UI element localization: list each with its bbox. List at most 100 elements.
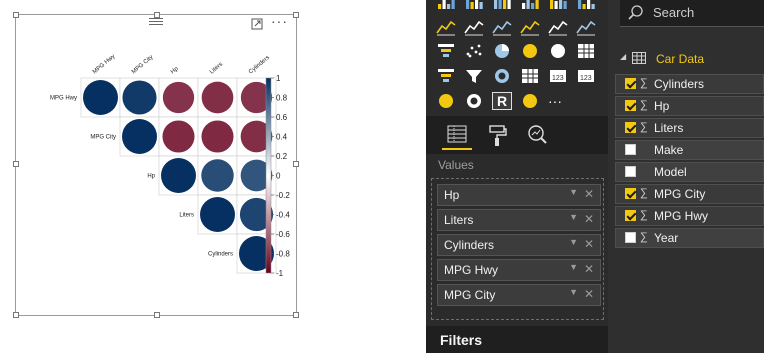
r-visual-icon[interactable]: R <box>492 92 512 110</box>
search-input[interactable]: Search <box>620 0 764 27</box>
correlation-circle <box>201 120 234 153</box>
analytics-tab-icon[interactable] <box>522 120 552 150</box>
field-checkbox[interactable] <box>625 78 636 89</box>
100-bar-icon[interactable] <box>548 0 568 10</box>
line-chart-icon[interactable] <box>436 18 456 36</box>
chevron-down-icon[interactable]: ▼ <box>569 262 578 272</box>
100-column-icon[interactable] <box>576 0 596 10</box>
field-item[interactable]: ∑ MPG City <box>615 184 764 204</box>
field-checkbox[interactable] <box>625 100 636 111</box>
filled-map-icon[interactable] <box>436 92 456 110</box>
value-pill[interactable]: MPG Hwy ▼ ✕ <box>437 259 601 281</box>
correlation-circle <box>162 120 195 153</box>
area-chart-icon[interactable] <box>464 18 484 36</box>
visualizations-pane: 123 123 R ··· Values Hp ▼ ✕ Liters ▼ ✕ C… <box>426 0 608 353</box>
shape-map-icon[interactable] <box>520 92 540 110</box>
funnel-icon[interactable] <box>436 67 456 85</box>
more-visuals-icon[interactable]: ··· <box>548 92 568 110</box>
field-item[interactable]: ∑ Cylinders <box>615 74 764 94</box>
donut-icon[interactable] <box>464 92 484 110</box>
field-item[interactable]: ∑ Hp <box>615 96 764 116</box>
matrix-icon[interactable] <box>520 67 540 85</box>
column-label: Cylinders <box>248 55 271 76</box>
row-label: Liters <box>179 213 194 219</box>
value-pill-label: MPG City <box>444 288 496 302</box>
remove-icon[interactable]: ✕ <box>584 287 594 301</box>
colorbar-tick-label: 1 <box>276 74 281 83</box>
sigma-icon: ∑ <box>640 77 648 89</box>
stacked-column-icon[interactable] <box>464 0 484 10</box>
value-pill-label: MPG Hwy <box>444 263 498 277</box>
card-icon[interactable]: 123 <box>548 67 568 85</box>
gauge-icon[interactable] <box>492 67 512 85</box>
field-name: MPG Hwy <box>654 209 708 223</box>
filters-title: Filters <box>440 332 483 348</box>
viz-pane-tabs <box>426 116 608 154</box>
scatter-icon[interactable] <box>464 42 484 60</box>
clustered-bar-icon[interactable] <box>492 0 512 10</box>
value-pill[interactable]: Cylinders ▼ ✕ <box>437 234 601 256</box>
remove-icon[interactable]: ✕ <box>584 262 594 276</box>
value-pill[interactable]: Liters ▼ ✕ <box>437 209 601 231</box>
table-icon[interactable] <box>576 42 596 60</box>
field-name: Cylinders <box>654 77 705 91</box>
clustered-column-icon[interactable] <box>520 0 540 10</box>
kpi-icon[interactable]: 123 <box>576 67 596 85</box>
pie-chart-icon[interactable] <box>492 42 512 60</box>
correlation-circle <box>122 119 157 154</box>
sigma-icon: ∑ <box>640 209 648 221</box>
values-well[interactable]: Hp ▼ ✕ Liters ▼ ✕ Cylinders ▼ ✕ MPG Hwy … <box>431 178 604 320</box>
map-icon[interactable] <box>548 42 568 60</box>
remove-icon[interactable]: ✕ <box>584 187 594 201</box>
field-checkbox[interactable] <box>625 188 636 199</box>
filters-header[interactable]: Filters <box>426 326 608 353</box>
waterfall-icon[interactable] <box>436 42 456 60</box>
colorbar-tick-label: -0.2 <box>276 191 290 200</box>
chevron-down-icon[interactable]: ▼ <box>569 187 578 197</box>
field-item[interactable]: Make <box>615 140 764 160</box>
colorbar-tick-label: -0.4 <box>276 211 290 220</box>
field-name: Year <box>654 231 679 245</box>
field-checkbox[interactable] <box>625 166 636 177</box>
field-checkbox[interactable] <box>625 232 636 243</box>
remove-icon[interactable]: ✕ <box>584 237 594 251</box>
field-item[interactable]: ∑ Liters <box>615 118 764 138</box>
search-icon <box>628 5 643 20</box>
r-visual-container[interactable]: ··· MPG Hwy MPG City Hp Liters Cylinders MPG … <box>13 12 299 318</box>
ribbon-chart-icon[interactable] <box>576 18 596 36</box>
field-item[interactable]: ∑ Year <box>615 228 764 248</box>
value-pill-label: Liters <box>444 213 474 227</box>
colorbar-tick-label: 0.2 <box>276 152 288 161</box>
row-label: MPG City <box>90 135 116 141</box>
stacked-bar-icon[interactable] <box>436 0 456 10</box>
table-car-data[interactable]: ◢ Car Data <box>608 48 764 70</box>
field-checkbox[interactable] <box>625 144 636 155</box>
collapse-caret-icon[interactable]: ◢ <box>620 52 626 61</box>
line-clustered-icon[interactable] <box>548 18 568 36</box>
visual-type-gallery: 123 123 R ··· <box>426 0 608 116</box>
treemap-icon[interactable] <box>520 42 540 60</box>
correlation-circle <box>200 197 235 232</box>
fields-tab-icon[interactable] <box>442 120 472 150</box>
format-tab-icon[interactable] <box>482 120 512 150</box>
field-item[interactable]: ∑ MPG Hwy <box>615 206 764 226</box>
stacked-area-icon[interactable] <box>492 18 512 36</box>
slicer-icon[interactable] <box>464 67 484 85</box>
correlation-circle <box>161 158 196 193</box>
table-name: Car Data <box>656 52 705 66</box>
line-column-icon[interactable] <box>520 18 540 36</box>
remove-icon[interactable]: ✕ <box>584 212 594 226</box>
field-item[interactable]: Model <box>615 162 764 182</box>
chevron-down-icon[interactable]: ▼ <box>569 237 578 247</box>
field-checkbox[interactable] <box>625 122 636 133</box>
value-pill[interactable]: Hp ▼ ✕ <box>437 184 601 206</box>
colorbar-tick-label: -1 <box>276 269 284 278</box>
field-checkbox[interactable] <box>625 210 636 221</box>
chevron-down-icon[interactable]: ▼ <box>569 287 578 297</box>
fields-pane: Search ◢ Car Data ∑ Cylinders ∑ Hp ∑ Lit… <box>608 0 764 353</box>
chevron-down-icon[interactable]: ▼ <box>569 212 578 222</box>
value-pill-label: Hp <box>444 188 460 202</box>
row-label: MPG Hwy <box>50 96 77 102</box>
svg-text:123: 123 <box>552 75 564 82</box>
value-pill[interactable]: MPG City ▼ ✕ <box>437 284 601 306</box>
